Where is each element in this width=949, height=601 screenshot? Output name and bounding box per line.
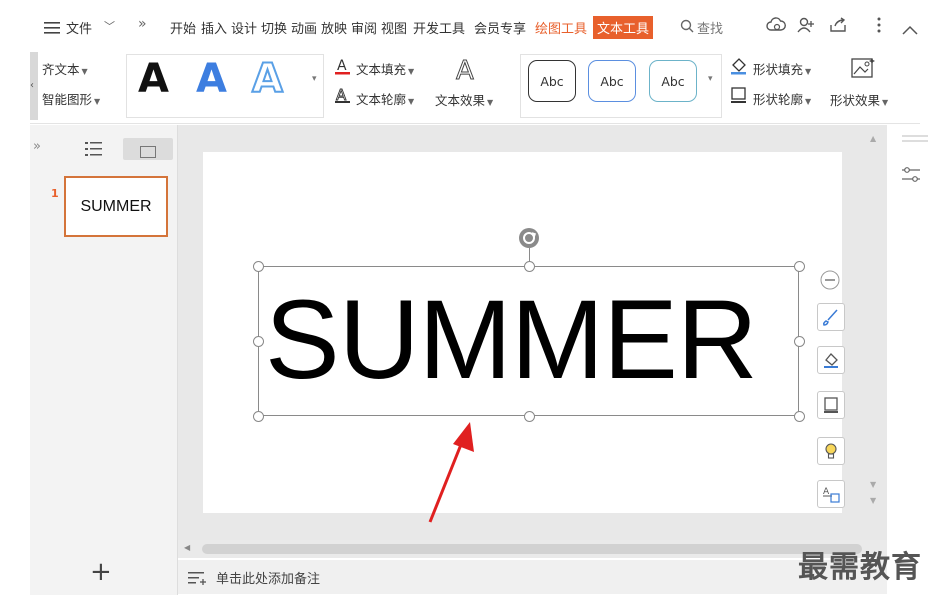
tab-draw-tools[interactable]: 绘图工具 [535,18,587,37]
resize-handle-s[interactable] [524,411,535,422]
more-tabs-icon[interactable]: » [138,16,147,32]
wordart-style-outline[interactable]: A [251,55,284,103]
tab-developer[interactable]: 开发工具 [413,18,465,37]
tab-slideshow[interactable]: 放映 [321,18,347,37]
tab-review[interactable]: 审阅 [351,18,377,37]
horizontal-scrollbar[interactable]: ◀ [178,540,887,558]
text-effect-button[interactable]: 文本效果 ▼ [435,90,493,109]
tab-animation[interactable]: 动画 [291,18,317,37]
tab-transition[interactable]: 切换 [261,18,287,37]
gallery-more-icon[interactable]: ▾ [708,74,713,84]
fill-bucket-icon [824,353,838,368]
slide-thumbnail[interactable]: SUMMER [64,176,168,237]
scroll-down-icon[interactable]: ▼ [870,480,876,489]
vertical-scrollbar[interactable]: ▲ ▼ ▼ [868,130,880,510]
file-menu[interactable]: 文件 [66,18,92,37]
search-label[interactable]: 查找 [697,18,723,37]
horizontal-scroll-thumb[interactable] [202,544,862,554]
slide-view-icon [140,143,156,162]
thumbnail-text: SUMMER [80,197,152,215]
align-text-button[interactable]: 齐文本 ▼ [42,59,88,78]
tab-text-tools[interactable]: 文本工具 [593,16,654,39]
text-fill-button[interactable]: 文本填充 ▼ [356,59,414,78]
outline-icon [824,397,838,413]
shape-effect-button[interactable]: 形状效果 ▼ [830,90,888,109]
shape-fill-button[interactable]: 形状填充 ▼ [753,59,811,78]
notes-area[interactable]: 单击此处添加备注 [178,560,887,594]
chevron-left-icon[interactable]: ‹ [30,80,34,91]
tab-view[interactable]: 视图 [381,18,407,37]
resize-handle-ne[interactable] [794,261,805,272]
panel-drag-handle[interactable] [902,140,928,142]
scroll-up-icon[interactable]: ▲ [870,134,876,143]
tab-member[interactable]: 会员专享 [474,18,526,37]
text-format-icon: A [823,487,840,503]
fill-tool-button[interactable] [817,346,845,374]
chevron-up-icon[interactable] [902,20,918,39]
share-icon[interactable] [829,17,847,37]
scroll-left-icon[interactable]: ◀ [184,543,190,552]
lightbulb-icon [825,443,837,459]
more-vertical-icon[interactable] [876,17,882,37]
collapse-tools-icon[interactable] [820,270,840,294]
tab-design[interactable]: 设计 [231,18,257,37]
expand-pane-icon[interactable]: » [33,139,41,154]
svg-text:A: A [337,58,347,74]
search-icon[interactable] [680,18,694,37]
hamburger-icon[interactable] [44,19,60,34]
resize-handle-w[interactable] [253,336,264,347]
wordart-style-blue[interactable]: A [196,56,227,102]
text-outline-icon[interactable]: A [334,86,352,108]
shape-outline-icon[interactable] [730,86,748,108]
wordart-style-black[interactable]: A [138,56,169,102]
notes-placeholder[interactable]: 单击此处添加备注 [216,568,320,587]
shape-style-dark[interactable]: Abc [528,60,576,102]
slide-number: 1 [51,187,59,200]
shape-outline-button[interactable]: 形状轮廓 ▼ [753,89,811,108]
smart-tips-button[interactable] [817,437,845,465]
shape-effect-icon[interactable] [850,56,878,86]
shape-style-blue[interactable]: Abc [588,60,636,102]
slide-thumbnail-pane: » 1 SUMMER + [30,125,178,595]
ribbon-divider [30,123,920,124]
cloud-sync-icon[interactable] [766,17,786,37]
shape-fill-icon[interactable] [730,57,748,79]
properties-icon[interactable] [901,165,921,189]
tab-start[interactable]: 开始 [170,18,196,37]
resize-handle-nw[interactable] [253,261,264,272]
outline-view-icon[interactable] [85,141,103,161]
gallery-more-icon[interactable]: ▾ [312,74,317,84]
text-effect-icon[interactable]: A [453,55,481,87]
slide-view-toggle[interactable] [123,138,173,160]
shape-style-teal[interactable]: Abc [649,60,697,102]
resize-handle-se[interactable] [794,411,805,422]
watermark-text: 最需教育 [798,550,922,585]
rotate-handle-icon[interactable] [518,227,540,253]
menu-bar: 文件 ﹀ » 开始 插入 设计 切换 动画 放映 审阅 视图 开发工具 会员专享… [0,0,949,52]
panel-drag-handle[interactable] [902,135,928,137]
text-fill-icon[interactable]: A [334,57,352,79]
format-brush-button[interactable] [817,303,845,331]
brush-icon [823,309,838,326]
collaborate-icon[interactable] [797,17,815,37]
scroll-down-page-icon[interactable]: ▼ [870,496,876,505]
text-outline-button[interactable]: 文本轮廓 ▼ [356,89,414,108]
outline-tool-button[interactable] [817,391,845,419]
smart-shape-button[interactable]: 智能图形 ▼ [42,89,100,108]
text-tool-button[interactable]: A [817,480,845,508]
add-slide-button[interactable]: + [90,557,112,587]
annotation-arrow-icon [428,422,474,523]
resize-handle-n[interactable] [524,261,535,272]
slide-text[interactable]: SUMMER [265,280,758,400]
notes-icon [188,570,206,589]
right-side-panel [887,125,949,595]
tab-insert[interactable]: 插入 [201,18,227,37]
svg-text:A: A [456,56,474,83]
resize-handle-e[interactable] [794,336,805,347]
resize-handle-sw[interactable] [253,411,264,422]
ribbon-toolbar: ‹ 齐文本 ▼ 智能图形 ▼ A A A ▾ A 文本填充 ▼ A 文本轮廓 ▼ A 文… [30,52,920,122]
chevron-down-icon[interactable]: ﹀ [104,18,115,34]
